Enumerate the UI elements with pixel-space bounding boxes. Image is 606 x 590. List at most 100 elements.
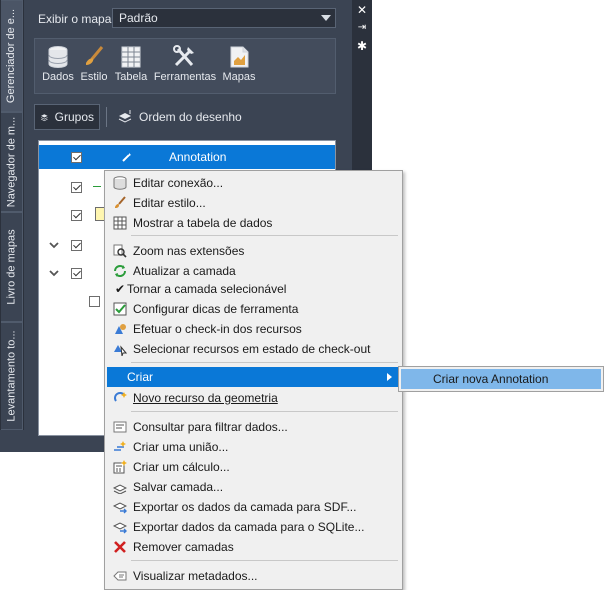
- layer-visibility-checkbox[interactable]: [89, 296, 100, 307]
- database-icon: [112, 176, 128, 190]
- menu-separator: [131, 362, 398, 363]
- check-in-icon: [112, 322, 128, 336]
- export-icon: [112, 500, 128, 514]
- data-label: Dados: [42, 71, 74, 83]
- menu-item-save-layer[interactable]: Salvar camada...: [107, 477, 400, 497]
- gear-icon[interactable]: ✱: [356, 40, 368, 52]
- menu-item-label: Criar um cálculo...: [133, 460, 230, 474]
- menu-item-create-join[interactable]: Criar uma união...: [107, 437, 400, 457]
- menu-item-label: Exportar dados da camada para o SQLite..…: [133, 520, 365, 534]
- layer-visibility-checkbox[interactable]: [71, 240, 82, 251]
- table-button[interactable]: Tabela: [113, 45, 149, 83]
- maps-label: Mapas: [222, 71, 256, 83]
- menu-item-query-filter[interactable]: Consultar para filtrar dados...: [107, 417, 400, 437]
- menu-item-edit-style[interactable]: Editar estilo...: [107, 193, 400, 213]
- chevron-right-icon: [387, 373, 392, 381]
- autohide-icon[interactable]: ⇥: [356, 22, 368, 34]
- tab-label: Livro de mapas: [5, 229, 18, 305]
- menu-item-label: Mostrar a tabela de dados: [133, 216, 273, 230]
- layer-name: Annotation: [169, 150, 227, 164]
- menu-item-label: Criar uma união...: [133, 440, 229, 454]
- menu-item-label: Atualizar a camada: [133, 264, 236, 278]
- menu-item-label: Tornar a camada selecionável: [127, 282, 287, 296]
- draw-order-button[interactable]: Ordem do desenho: [112, 104, 292, 130]
- menu-item-configure-tooltips[interactable]: Configurar dicas de ferramenta: [107, 299, 400, 319]
- side-tab-strip: Gerenciador de e... Navegador de m... Li…: [0, 0, 24, 430]
- layer-visibility-checkbox[interactable]: [71, 152, 82, 163]
- menu-item-create[interactable]: Criar: [107, 367, 400, 387]
- layer-visibility-checkbox[interactable]: [71, 210, 82, 221]
- join-icon: [112, 440, 128, 454]
- zoom-icon: [112, 244, 128, 258]
- groups-label: Grupos: [54, 110, 94, 124]
- menu-item-label: Criar: [127, 370, 153, 384]
- close-icon[interactable]: ✕: [356, 4, 368, 16]
- tab-map-book[interactable]: Livro de mapas: [1, 212, 23, 322]
- menu-item-remove-layers[interactable]: Remover camadas: [107, 537, 400, 557]
- tools-label: Ferramentas: [153, 71, 217, 83]
- line-style-icon: [93, 186, 101, 187]
- annotation-layer-icon: [122, 153, 131, 162]
- menu-item-label: Consultar para filtrar dados...: [133, 420, 288, 434]
- calculator-icon: [112, 460, 128, 474]
- style-label: Estilo: [80, 71, 108, 83]
- menu-item-create-calculation[interactable]: Criar um cálculo...: [107, 457, 400, 477]
- layer-visibility-checkbox[interactable]: [71, 182, 82, 193]
- menu-item-export-sdf[interactable]: Exportar os dados da camada para SDF...: [107, 497, 400, 517]
- new-feature-icon: [112, 391, 128, 405]
- layer-row-annotation[interactable]: Annotation: [39, 145, 335, 169]
- menu-item-make-selectable[interactable]: ✔ Tornar a camada selecionável: [107, 279, 400, 299]
- menu-item-label: Salvar camada...: [133, 480, 224, 494]
- menu-item-label: Exportar os dados da camada para SDF...: [133, 500, 357, 514]
- menu-separator: [131, 411, 398, 412]
- table-icon: [112, 216, 128, 230]
- menu-item-view-metadata[interactable]: Visualizar metadados...: [107, 566, 400, 586]
- maps-button[interactable]: Mapas: [221, 45, 257, 83]
- database-icon: [48, 46, 68, 69]
- menu-item-label: Remover camadas: [133, 540, 234, 554]
- tab-label: Gerenciador de e...: [5, 8, 18, 104]
- menu-item-label: Novo recurso da geometria: [133, 391, 278, 405]
- tooltip-config-icon: [112, 302, 128, 316]
- tab-survey[interactable]: Levantamento to...: [1, 322, 23, 430]
- groups-icon: [40, 114, 48, 122]
- menu-item-zoom-extents[interactable]: Zoom nas extensões: [107, 241, 400, 261]
- query-icon: [112, 420, 128, 434]
- map-icon: [230, 46, 249, 68]
- tab-label: Navegador de m...: [5, 116, 18, 208]
- create-submenu: Criar nova Annotation: [398, 366, 604, 392]
- metadata-icon: [112, 569, 128, 583]
- show-map-select[interactable]: Padrão: [112, 8, 336, 28]
- tab-map-navigator[interactable]: Navegador de m...: [1, 112, 23, 212]
- brush-icon: [112, 196, 128, 210]
- menu-item-edit-connection[interactable]: Editar conexão...: [107, 173, 400, 193]
- menu-item-label: Zoom nas extensões: [133, 244, 245, 258]
- menu-separator: [131, 560, 398, 561]
- menu-item-show-data-table[interactable]: Mostrar a tabela de dados: [107, 213, 400, 233]
- checkmark-icon: ✔: [114, 282, 126, 296]
- show-map-value: Padrão: [119, 11, 158, 25]
- divider: [106, 107, 107, 127]
- submenu-item-create-new-annotation[interactable]: Criar nova Annotation: [401, 369, 601, 389]
- tools-button[interactable]: Ferramentas: [153, 45, 217, 83]
- menu-item-label: Efetuar o check-in dos recursos: [133, 322, 302, 336]
- refresh-icon: [112, 264, 128, 278]
- menu-item-check-in[interactable]: Efetuar o check-in dos recursos: [107, 319, 400, 339]
- chevron-down-icon[interactable]: [48, 239, 60, 251]
- layer-visibility-checkbox[interactable]: [71, 268, 82, 279]
- data-button[interactable]: Dados: [41, 45, 75, 83]
- draw-order-icon: [118, 110, 132, 123]
- menu-item-label: Editar conexão...: [133, 176, 224, 190]
- groups-button[interactable]: Grupos: [34, 104, 100, 130]
- tab-label: Levantamento to...: [5, 330, 18, 422]
- menu-item-new-geometry-feature[interactable]: Novo recurso da geometria: [107, 388, 400, 408]
- menu-item-select-checked-out[interactable]: Selecionar recursos em estado de check-o…: [107, 339, 400, 359]
- menu-item-label: Configurar dicas de ferramenta: [133, 302, 299, 316]
- tab-display-manager[interactable]: Gerenciador de e...: [1, 0, 23, 112]
- style-button[interactable]: Estilo: [77, 45, 111, 83]
- select-features-icon: [112, 342, 128, 356]
- chevron-down-icon[interactable]: [48, 267, 60, 279]
- menu-item-export-sqlite[interactable]: Exportar dados da camada para o SQLite..…: [107, 517, 400, 537]
- save-layer-icon: [112, 480, 128, 494]
- menu-item-refresh-layer[interactable]: Atualizar a camada: [107, 261, 400, 281]
